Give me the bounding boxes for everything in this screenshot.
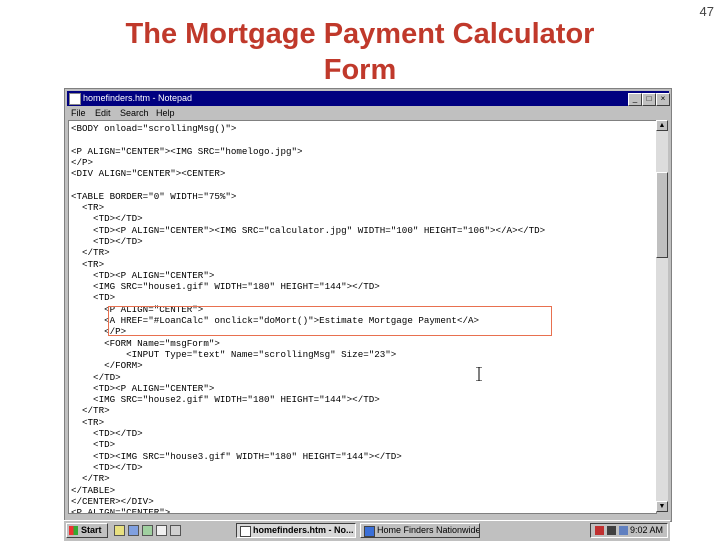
code-line: <TD></TD> [71,428,143,440]
code-line: <P ALIGN="CENTER"><IMG SRC="homelogo.jpg… [71,145,303,157]
notepad-window: homefinders.htm - Notepad _ □ × File Edi… [64,88,672,522]
code-line: <DIV ALIGN="CENTER"><CENTER> [71,168,226,180]
tray-network-icon[interactable] [619,526,628,535]
menu-edit[interactable]: Edit [95,107,111,119]
taskbar-item-browser-label: Home Finders Nationwide ... [377,525,480,535]
code-line: <TD><P ALIGN="CENTER"> [71,269,215,281]
scroll-down-arrow-icon[interactable]: ▼ [656,501,668,512]
tray-speaker-icon[interactable] [607,526,616,535]
menu-bar: File Edit Search Help [67,107,669,119]
page-number: 47 [699,4,714,19]
taskbar-item-notepad[interactable]: homefinders.htm - No... [236,523,356,538]
vertical-scrollbar[interactable]: ▲ ▼ [656,120,668,512]
code-line: <TD></TD> [71,235,143,247]
slide-title-line-1: The Mortgage Payment Calculator [125,18,595,50]
taskbar-item-notepad-label: homefinders.htm - No... [253,525,354,535]
code-line: </P> [71,156,94,168]
code-line: </TR> [71,247,110,259]
code-line: <TR> [71,416,105,428]
quicklaunch-browser-icon[interactable] [114,525,125,536]
code-line: <P ALIGN="CENTER"> [71,507,171,514]
code-line: <INPUT Type="text" Name="scrollingMsg" S… [71,348,397,360]
quicklaunch-desktop-icon[interactable] [128,525,139,536]
code-line: <IMG SRC="house1.gif" WIDTH="180" HEIGHT… [71,281,380,293]
code-line: <TD> [71,292,116,304]
code-line: <TD> [71,439,116,451]
tray-antivirus-icon[interactable] [595,526,604,535]
menu-file[interactable]: File [71,107,86,119]
taskbar-item-browser[interactable]: Home Finders Nationwide ... [360,523,480,538]
code-line: </CENTER></DIV> [71,495,154,507]
notepad-icon [69,93,81,105]
close-button[interactable]: × [656,93,670,106]
quicklaunch-mail-icon[interactable] [142,525,153,536]
code-line: <IMG SRC="house2.gif" WIDTH="180" HEIGHT… [71,394,380,406]
window-titlebar[interactable]: homefinders.htm - Notepad _ □ × [67,91,670,106]
code-line: </TR> [71,473,110,485]
code-line: <TD></TD> [71,213,143,225]
code-line: </TABLE> [71,484,116,496]
scroll-up-arrow-icon[interactable]: ▲ [656,120,668,131]
code-line: <TABLE BORDER="0" WIDTH="75%"> [71,190,237,202]
notepad-task-icon [240,526,251,537]
menu-help[interactable]: Help [156,107,175,119]
scroll-thumb[interactable] [656,172,668,258]
taskbar: Start homefinders.htm - No... Home Finde… [64,520,670,541]
code-line: <TD><P ALIGN="CENTER"> [71,382,215,394]
code-line: <BODY onload="scrollingMsg()"> [71,123,237,134]
windows-logo-icon [69,526,78,535]
minimize-button[interactable]: _ [628,93,642,106]
code-line: <TD></TD> [71,461,143,473]
code-line: <TR> [71,258,105,270]
quicklaunch-edit-icon[interactable] [170,525,181,536]
maximize-button[interactable]: □ [642,93,656,106]
browser-task-icon [364,526,375,537]
system-tray: 9:02 AM [590,523,668,538]
code-line: </FORM> [71,360,143,372]
highlight-box [108,306,552,336]
quicklaunch-channels-icon[interactable] [156,525,167,536]
slide-title-line-2: Form [323,54,397,86]
code-line: </TR> [71,405,110,417]
code-line: </TD> [71,371,121,383]
start-button[interactable]: Start [66,523,108,538]
text-cursor-icon [476,367,482,381]
clock: 9:02 AM [629,525,663,535]
start-label: Start [81,525,102,535]
code-line: <TD><IMG SRC="house3.gif" WIDTH="180" HE… [71,450,402,462]
code-line: <FORM Name="msgForm"> [71,337,220,349]
window-title: homefinders.htm - Notepad [83,93,193,103]
code-line: <TR> [71,202,105,214]
menu-search[interactable]: Search [120,107,149,119]
code-line: <TD><P ALIGN="CENTER"><IMG SRC="calculat… [71,224,546,236]
